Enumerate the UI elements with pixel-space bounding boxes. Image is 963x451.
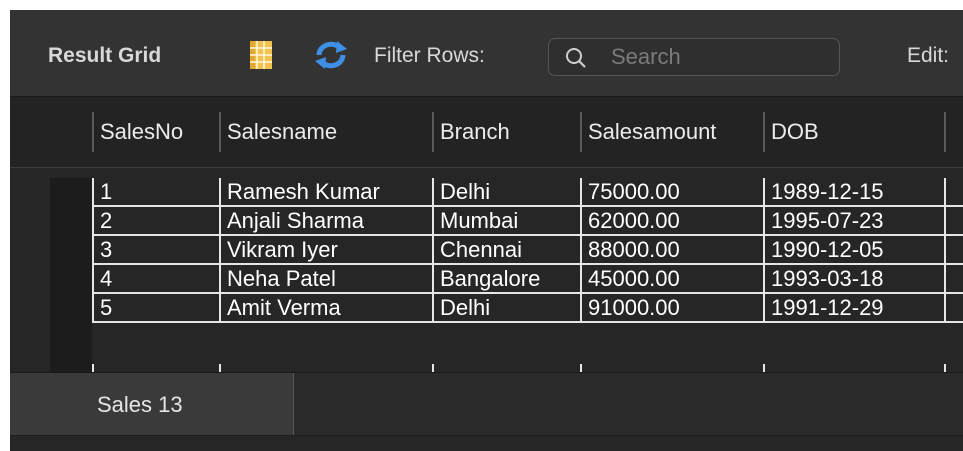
cell-branch[interactable]: Delhi — [432, 178, 580, 205]
cell-salesno[interactable]: 4 — [92, 265, 219, 292]
cell-branch[interactable]: Delhi — [432, 294, 580, 321]
result-grid-panel: Result Grid Filter Rows: Edit: — [10, 10, 963, 451]
cell-overflow — [944, 236, 963, 263]
result-tab-bar: Sales 13 — [10, 372, 963, 437]
row-gutter — [50, 178, 92, 372]
column-header-salesamount[interactable]: Salesamount — [580, 112, 763, 152]
cell-salesamount[interactable]: 45000.00 — [580, 265, 763, 292]
cell-dob[interactable]: 1989-12-15 — [763, 178, 944, 205]
cell-overflow — [944, 294, 963, 321]
tab-sales-13[interactable]: Sales 13 — [10, 373, 294, 435]
cell-salesname[interactable]: Anjali Sharma — [219, 207, 432, 234]
grid-body: 1 Ramesh Kumar Delhi 75000.00 1989-12-15… — [10, 168, 963, 372]
column-header-branch[interactable]: Branch — [432, 112, 580, 152]
cell-salesname[interactable]: Ramesh Kumar — [219, 178, 432, 205]
cell-stub — [432, 364, 580, 372]
table-row[interactable]: 5 Amit Verma Delhi 91000.00 1991-12-29 — [92, 294, 963, 323]
table-row[interactable]: 3 Vikram Iyer Chennai 88000.00 1990-12-0… — [92, 236, 963, 265]
grid-view-icon[interactable] — [250, 41, 272, 69]
column-header-dob[interactable]: DOB — [763, 112, 944, 152]
cell-salesno[interactable]: 2 — [92, 207, 219, 234]
edit-label: Edit: — [907, 44, 950, 67]
table-row[interactable]: 4 Neha Patel Bangalore 45000.00 1993-03-… — [92, 265, 963, 294]
cell-overflow — [944, 178, 963, 205]
cell-branch[interactable]: Bangalore — [432, 265, 580, 292]
table-row[interactable]: 2 Anjali Sharma Mumbai 62000.00 1995-07-… — [92, 207, 963, 236]
cell-salesamount[interactable]: 91000.00 — [580, 294, 763, 321]
cell-stub — [944, 364, 963, 372]
partial-table-row — [92, 364, 963, 372]
result-grid-toolbar: Result Grid Filter Rows: Edit: — [10, 10, 963, 97]
column-header-overflow — [944, 112, 963, 152]
cell-dob[interactable]: 1995-07-23 — [763, 207, 944, 234]
column-header-salesno[interactable]: SalesNo — [92, 112, 219, 152]
cell-dob[interactable]: 1991-12-29 — [763, 294, 944, 321]
tab-label: Sales 13 — [97, 392, 183, 417]
cell-overflow — [944, 207, 963, 234]
cell-salesamount[interactable]: 88000.00 — [580, 236, 763, 263]
cell-salesno[interactable]: 5 — [92, 294, 219, 321]
bottom-strip — [10, 436, 963, 451]
search-input[interactable] — [611, 44, 821, 70]
cell-salesamount[interactable]: 62000.00 — [580, 207, 763, 234]
cell-stub — [92, 364, 219, 372]
cell-salesno[interactable]: 3 — [92, 236, 219, 263]
filter-search-box[interactable] — [548, 38, 840, 76]
cell-dob[interactable]: 1990-12-05 — [763, 236, 944, 263]
cell-salesname[interactable]: Amit Verma — [219, 294, 432, 321]
search-icon — [566, 48, 586, 68]
cell-overflow — [944, 265, 963, 292]
column-header-salesname[interactable]: Salesname — [219, 112, 432, 152]
cell-salesname[interactable]: Neha Patel — [219, 265, 432, 292]
cell-salesno[interactable]: 1 — [92, 178, 219, 205]
cell-dob[interactable]: 1993-03-18 — [763, 265, 944, 292]
cell-branch[interactable]: Mumbai — [432, 207, 580, 234]
cell-branch[interactable]: Chennai — [432, 236, 580, 263]
refresh-icon[interactable] — [313, 40, 349, 70]
cell-salesname[interactable]: Vikram Iyer — [219, 236, 432, 263]
cell-stub — [219, 364, 432, 372]
result-grid-title: Result Grid — [48, 44, 162, 67]
column-header-row: SalesNo Salesname Branch Salesamount DOB — [10, 97, 963, 168]
cell-stub — [580, 364, 763, 372]
table-row[interactable]: 1 Ramesh Kumar Delhi 75000.00 1989-12-15 — [92, 178, 963, 207]
cell-stub — [763, 364, 944, 372]
filter-rows-label: Filter Rows: — [374, 44, 485, 67]
cell-salesamount[interactable]: 75000.00 — [580, 178, 763, 205]
